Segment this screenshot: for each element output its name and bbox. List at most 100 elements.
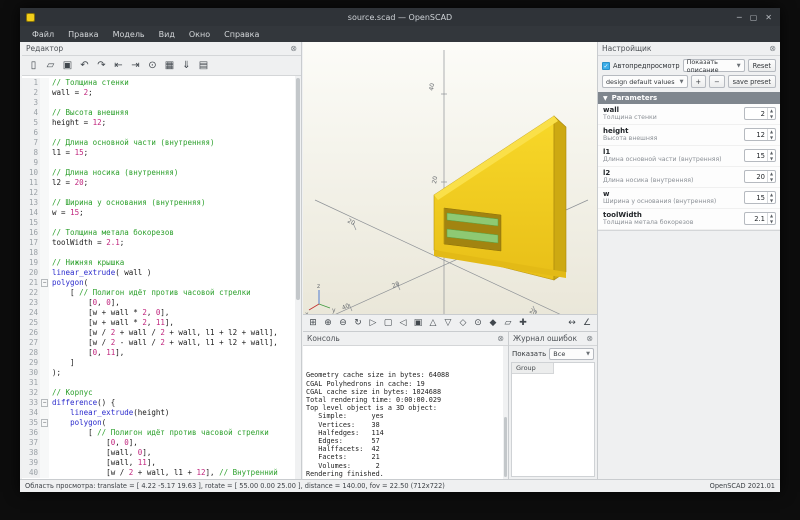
fold-marker-icon[interactable]: − — [40, 418, 49, 428]
editor-scrollbar[interactable] — [295, 76, 301, 479]
console-scrollbar[interactable] — [503, 346, 508, 479]
code-line[interactable]: 11l2 = 20; — [22, 178, 295, 188]
code-line[interactable]: 25 [w + wall * 2, 11], — [22, 318, 295, 328]
toolWidth-spinbox[interactable]: 2.1▲▼ — [744, 212, 776, 225]
left-view-icon[interactable]: ◁ — [396, 316, 410, 330]
code-line[interactable]: 19// Нижняя крышка — [22, 258, 295, 268]
code-line[interactable]: 5height = 12; — [22, 118, 295, 128]
perspective-icon[interactable]: ◆ — [486, 316, 500, 330]
spinbox-value[interactable]: 2 — [745, 110, 767, 118]
w-spinbox[interactable]: 15▲▼ — [744, 191, 776, 204]
spin-down-icon[interactable]: ▼ — [768, 135, 775, 141]
undo-icon[interactable]: ↶ — [77, 58, 92, 73]
reset-button[interactable]: Reset — [748, 59, 776, 72]
bottom-view-icon[interactable]: ▽ — [441, 316, 455, 330]
code-line[interactable]: 18 — [22, 248, 295, 258]
code-line[interactable]: 31 — [22, 378, 295, 388]
code-line[interactable]: 33−difference() { — [22, 398, 295, 408]
code-line[interactable]: 4// Высота внешняя — [22, 108, 295, 118]
save-preset-button[interactable]: save preset — [728, 75, 776, 88]
l1-spinbox[interactable]: 15▲▼ — [744, 149, 776, 162]
orthogonal-icon[interactable]: ▱ — [501, 316, 515, 330]
maximize-button[interactable]: ▢ — [750, 13, 758, 22]
spinbox-value[interactable]: 12 — [745, 131, 767, 139]
spin-down-icon[interactable]: ▼ — [768, 114, 775, 120]
code-line[interactable]: 29 ] — [22, 358, 295, 368]
center-view-icon[interactable]: ⊙ — [471, 316, 485, 330]
zoom-in-icon[interactable]: ⊕ — [321, 316, 335, 330]
menu-item-3[interactable]: Модель — [107, 28, 151, 41]
code-line[interactable]: 28 [0, 11], — [22, 348, 295, 358]
preview-icon[interactable]: ⊙ — [145, 58, 160, 73]
code-line[interactable]: 3 — [22, 98, 295, 108]
code-line[interactable]: 14w = 15; — [22, 208, 295, 218]
editor-close-icon[interactable]: ⊗ — [290, 44, 297, 53]
code-line[interactable]: 13// Ширина у основания (внутренняя) — [22, 198, 295, 208]
console-close-icon[interactable]: ⊗ — [497, 334, 504, 343]
code-line[interactable]: 34 linear_extrude(height) — [22, 408, 295, 418]
code-line[interactable]: 15 — [22, 218, 295, 228]
close-button[interactable]: ✕ — [765, 13, 772, 22]
code-line[interactable]: 2wall = 2; — [22, 88, 295, 98]
3d-viewport[interactable]: z x y 40202020402040 — [303, 42, 597, 315]
code-line[interactable]: 7// Длина основной части (внутренняя) — [22, 138, 295, 148]
code-line[interactable]: 23 [0, 0], — [22, 298, 295, 308]
zoom-out-icon[interactable]: ⊖ — [336, 316, 350, 330]
right-view-icon[interactable]: ▷ — [366, 316, 380, 330]
code-line[interactable]: 40 [w / 2 + wall, l1 + 12], // Внутренни… — [22, 468, 295, 478]
code-line[interactable]: 9 — [22, 158, 295, 168]
code-line[interactable]: 30); — [22, 368, 295, 378]
render-icon[interactable]: ▦ — [162, 58, 177, 73]
wall-spinbox[interactable]: 2▲▼ — [744, 107, 776, 120]
spinbox-value[interactable]: 20 — [745, 173, 767, 181]
code-line[interactable]: 10// Длина носика (внутренняя) — [22, 168, 295, 178]
menu-item-2[interactable]: Правка — [62, 28, 104, 41]
console-scrollbar-thumb[interactable] — [504, 417, 507, 477]
code-line[interactable]: 38 [wall, 0], — [22, 448, 295, 458]
code-line[interactable]: 17toolWidth = 2.1; — [22, 238, 295, 248]
spin-down-icon[interactable]: ▼ — [768, 177, 775, 183]
parameters-group-header[interactable]: ▼ Parameters — [598, 92, 780, 104]
minimize-button[interactable]: ─ — [737, 13, 742, 22]
spinbox-value[interactable]: 15 — [745, 152, 767, 160]
fold-marker-icon[interactable]: − — [40, 398, 49, 408]
code-line[interactable]: 39 [wall, 11], — [22, 458, 295, 468]
menu-item-5[interactable]: Окно — [183, 28, 216, 41]
view-all-icon[interactable]: ⊞ — [306, 316, 320, 330]
code-line[interactable]: 32// Корпус — [22, 388, 295, 398]
menu-item-4[interactable]: Вид — [153, 28, 181, 41]
code-line[interactable]: 37 [0, 0], — [22, 438, 295, 448]
unindent-icon[interactable]: ⇤ — [111, 58, 126, 73]
fold-marker-icon[interactable]: − — [40, 278, 49, 288]
preset-dropdown[interactable]: design default values ▼ — [602, 75, 688, 88]
l2-spinbox[interactable]: 20▲▼ — [744, 170, 776, 183]
code-line[interactable]: 26 [w / 2 + wall / 2 + wall, l1 + l2 + w… — [22, 328, 295, 338]
code-line[interactable]: 16// Толщина метала бокорезов — [22, 228, 295, 238]
measure-distance-icon[interactable]: ↔ — [565, 316, 579, 330]
code-line[interactable]: 8l1 = 15; — [22, 148, 295, 158]
code-editor[interactable]: 1// Толщина стенки2wall = 2;34// Высота … — [22, 76, 301, 479]
code-line[interactable]: 36 [ // Полигон идёт против часовой стре… — [22, 428, 295, 438]
error-filter-dropdown[interactable]: Все ▼ — [549, 348, 594, 360]
print-icon[interactable]: ▤ — [196, 58, 211, 73]
code-line[interactable]: 20linear_extrude( wall ) — [22, 268, 295, 278]
redo-icon[interactable]: ↷ — [94, 58, 109, 73]
new-file-icon[interactable]: ▯ — [26, 58, 41, 73]
top-view-icon[interactable]: △ — [426, 316, 440, 330]
export-stl-icon[interactable]: ⇓ — [179, 58, 194, 73]
menu-item-1[interactable]: Файл — [26, 28, 60, 41]
spinbox-value[interactable]: 2.1 — [745, 215, 767, 223]
measure-angle-icon[interactable]: ∠ — [580, 316, 594, 330]
save-icon[interactable]: ▣ — [60, 58, 75, 73]
titlebar[interactable]: source.scad — OpenSCAD ─ ▢ ✕ — [20, 8, 780, 26]
editor-scrollbar-thumb[interactable] — [296, 78, 300, 300]
spin-down-icon[interactable]: ▼ — [768, 156, 775, 162]
code-line[interactable]: 12 — [22, 188, 295, 198]
model-3d[interactable] — [434, 116, 566, 280]
height-spinbox[interactable]: 12▲▼ — [744, 128, 776, 141]
open-file-icon[interactable]: ▱ — [43, 58, 58, 73]
code-line[interactable]: 27 [w / 2 - wall / 2 + wall, l1 + l2 + w… — [22, 338, 295, 348]
spin-down-icon[interactable]: ▼ — [768, 219, 775, 225]
code-line[interactable]: 24 [w + wall * 2, 0], — [22, 308, 295, 318]
code-line[interactable]: 21−polygon( — [22, 278, 295, 288]
